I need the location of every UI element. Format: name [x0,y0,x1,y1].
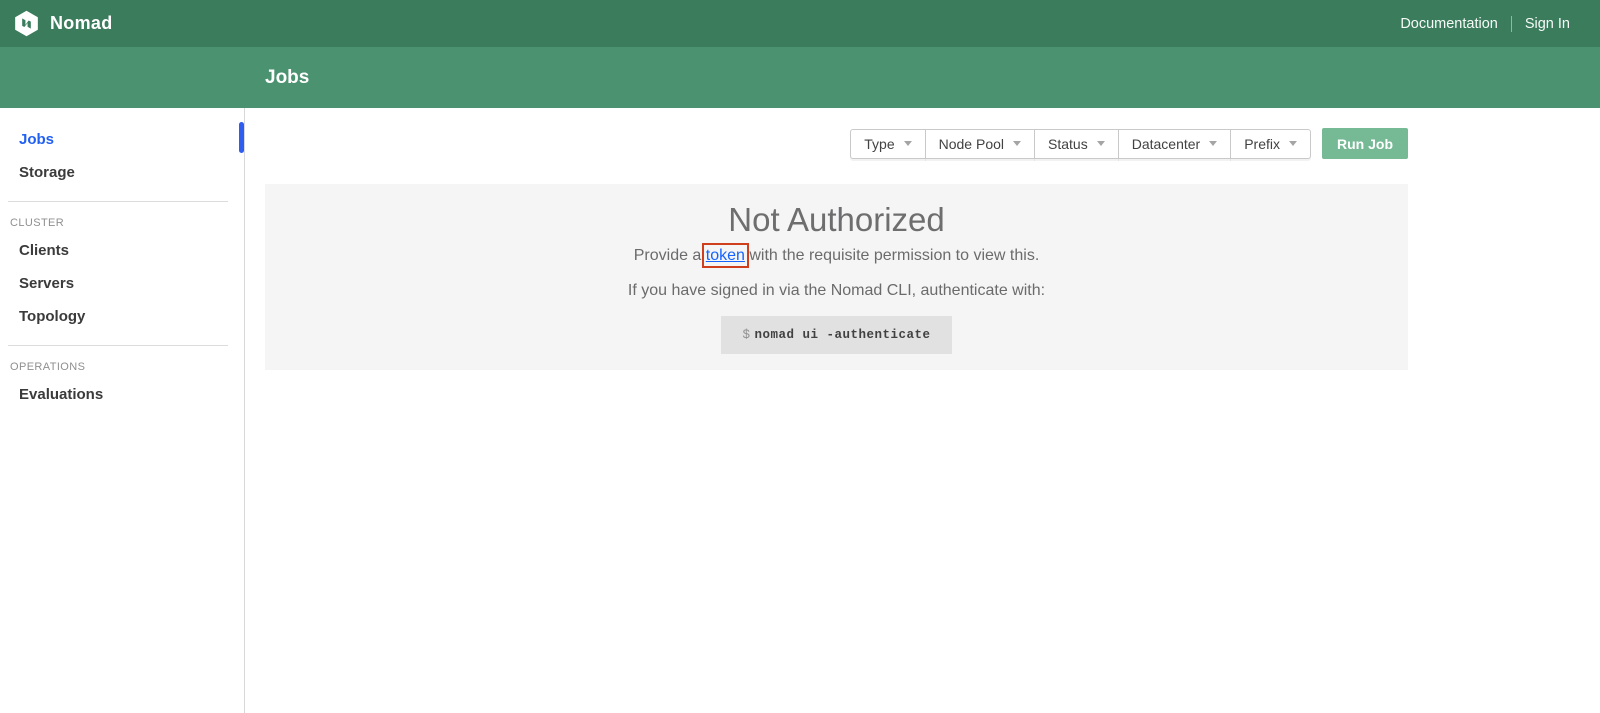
documentation-link[interactable]: Documentation [1400,16,1498,32]
filter-group: Type Node Pool Status Datacenter Prefix [850,129,1311,159]
cli-command-code: $ nomad ui -authenticate [721,316,951,354]
sidebar-item-jobs[interactable]: Jobs [19,124,244,157]
token-link[interactable]: token [706,247,745,264]
filter-prefix-dropdown[interactable]: Prefix [1230,129,1311,159]
top-navigation-bar: Nomad Documentation Sign In [0,0,1600,47]
chevron-down-icon [1209,141,1217,146]
topnav-links: Documentation Sign In [1400,16,1570,32]
sidebar-scrollbar-thumb[interactable] [239,122,244,153]
not-authorized-panel: Not Authorized Provide a token with the … [265,184,1408,370]
sidebar-item-servers[interactable]: Servers [19,268,244,301]
sign-in-link[interactable]: Sign In [1525,16,1570,32]
sidebar-section-cluster-heading: CLUSTER [10,213,244,235]
token-message-suffix: with the requisite permission to view th… [745,247,1039,264]
chevron-down-icon [904,141,912,146]
chevron-down-icon [1289,141,1297,146]
sidebar-item-storage[interactable]: Storage [19,157,244,190]
filter-datacenter-dropdown[interactable]: Datacenter [1118,129,1231,159]
token-message-prefix: Provide a [634,247,706,264]
sidebar-item-evaluations[interactable]: Evaluations [19,379,244,412]
page-title: Jobs [265,67,309,89]
nomad-logo-icon [13,10,40,37]
jobs-toolbar: Type Node Pool Status Datacenter Prefix [265,128,1408,159]
not-authorized-title: Not Authorized [265,199,1408,240]
sidebar-divider [8,201,228,202]
filter-status-label: Status [1048,136,1088,152]
cli-command: nomad ui -authenticate [754,328,930,342]
filter-type-label: Type [864,136,894,152]
main-content: Type Node Pool Status Datacenter Prefix [245,108,1600,713]
chevron-down-icon [1097,141,1105,146]
filter-status-dropdown[interactable]: Status [1034,129,1119,159]
filter-node-pool-label: Node Pool [939,136,1004,152]
topnav-separator [1511,16,1512,32]
sidebar-divider [8,345,228,346]
chevron-down-icon [1013,141,1021,146]
run-job-button[interactable]: Run Job [1322,128,1408,159]
token-message: Provide a token with the requisite permi… [265,244,1408,268]
sidebar-item-clients[interactable]: Clients [19,235,244,268]
shell-prompt: $ [742,328,750,342]
filter-node-pool-dropdown[interactable]: Node Pool [925,129,1035,159]
brand[interactable]: Nomad [13,10,113,37]
filter-prefix-label: Prefix [1244,136,1280,152]
cli-message: If you have signed in via the Nomad CLI,… [265,279,1408,303]
sidebar-item-topology[interactable]: Topology [19,301,244,334]
filter-datacenter-label: Datacenter [1132,136,1200,152]
page-header: Jobs [0,47,1600,108]
sidebar: Jobs Storage CLUSTER Clients Servers Top… [0,108,245,713]
filter-type-dropdown[interactable]: Type [850,129,925,159]
sidebar-section-operations-heading: OPERATIONS [10,357,244,379]
brand-name: Nomad [50,13,113,34]
content-layout: Jobs Storage CLUSTER Clients Servers Top… [0,108,1600,713]
